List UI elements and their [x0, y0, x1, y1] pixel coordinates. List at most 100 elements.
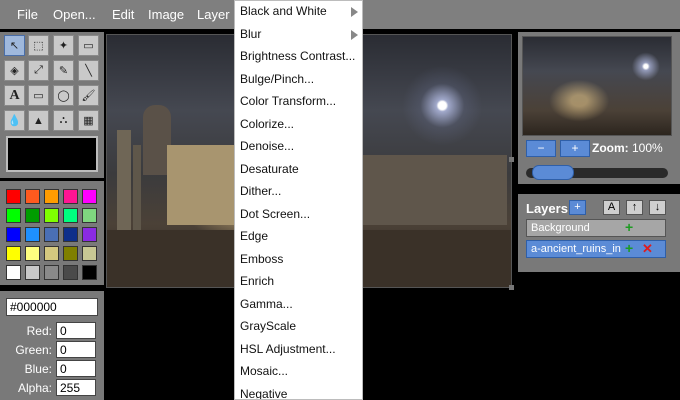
tool-eyedropper[interactable]: ⤢ [28, 60, 49, 81]
color-swatch[interactable] [25, 265, 40, 280]
dropdown-menu-item[interactable]: Mosaic... [240, 364, 288, 378]
line-icon: ╲ [85, 65, 92, 77]
color-swatch[interactable] [6, 189, 21, 204]
dropdown-menu-item[interactable]: Blur [240, 27, 261, 41]
zoom-label: Zoom: [592, 141, 629, 155]
dropdown-menu-item[interactable]: Emboss [240, 252, 283, 266]
menu-open[interactable]: Open... [53, 7, 96, 22]
color-swatch[interactable] [63, 246, 78, 261]
zoom-out-button[interactable]: − [526, 140, 556, 157]
blue-input[interactable]: 0 [56, 360, 96, 377]
tool-text[interactable]: A [4, 85, 25, 106]
tool-pencil[interactable]: ✎ [53, 60, 74, 81]
color-swatch[interactable] [6, 227, 21, 242]
zoom-in-button[interactable]: + [560, 140, 590, 157]
menu-edit[interactable]: Edit [112, 7, 134, 22]
color-swatch[interactable] [6, 208, 21, 223]
dropdown-menu-item[interactable]: Negative [240, 387, 287, 400]
color-swatch[interactable] [44, 265, 59, 280]
tool-ellipse[interactable]: ◯ [53, 85, 74, 106]
tool-sharpen[interactable]: ▲ [28, 110, 49, 131]
color-swatch[interactable] [44, 208, 59, 223]
menu-file[interactable]: File [17, 7, 38, 22]
dropdown-menu-item[interactable]: Desaturate [240, 162, 299, 176]
tool-marquee[interactable]: ⬚ [28, 35, 49, 56]
tool-stamp[interactable]: ⛬ [53, 110, 74, 131]
filter-dropdown-menu: Black and White Blur Brightness Contrast..… [234, 0, 363, 400]
menu-image[interactable]: Image [148, 7, 184, 22]
tool-rectangle[interactable]: ▭ [28, 85, 49, 106]
color-swatch[interactable] [25, 189, 40, 204]
paint-bucket-icon: ◈ [10, 65, 19, 77]
red-input[interactable]: 0 [56, 322, 96, 339]
layer-row-background[interactable]: Background [526, 219, 666, 237]
alpha-label: Alpha: [17, 381, 52, 395]
green-label: Green: [15, 343, 52, 357]
tool-line[interactable]: ╲ [78, 60, 99, 81]
color-swatch[interactable] [63, 189, 78, 204]
sharpen-icon: ▲ [33, 114, 44, 127]
color-swatch[interactable] [44, 246, 59, 261]
color-swatch[interactable] [63, 208, 78, 223]
layer-name: Background [531, 222, 590, 234]
active-color-preview[interactable] [6, 136, 98, 172]
dropdown-menu-item[interactable]: Brightness Contrast... [240, 49, 355, 63]
color-swatch[interactable] [63, 265, 78, 280]
tool-paint-bucket[interactable]: ◈ [4, 60, 25, 81]
dropdown-menu-item[interactable]: Denoise... [240, 139, 294, 153]
color-swatch[interactable] [44, 227, 59, 242]
move-layer-up-button[interactable]: ↑ [626, 200, 643, 215]
rename-layer-button[interactable]: A [603, 200, 620, 215]
dropdown-menu-item[interactable]: Gamma... [240, 297, 293, 311]
menu-layer[interactable]: Layer [197, 7, 230, 22]
color-swatch[interactable] [25, 246, 40, 261]
resize-handle[interactable] [509, 285, 514, 290]
alpha-input[interactable]: 255 [56, 379, 96, 396]
color-swatch[interactable] [82, 227, 97, 242]
color-swatch[interactable] [6, 265, 21, 280]
color-swatch[interactable] [25, 208, 40, 223]
dropdown-menu-item[interactable]: Black and White [240, 4, 327, 18]
tool-gradient[interactable]: ▦ [78, 110, 99, 131]
eyedropper-icon: ⤢ [34, 64, 43, 76]
color-swatch[interactable] [82, 189, 97, 204]
dropdown-menu-item[interactable]: Color Transform... [240, 94, 336, 108]
hex-color-input[interactable]: #000000 [6, 298, 98, 316]
color-swatch[interactable] [25, 227, 40, 242]
dropdown-menu-item[interactable]: Dither... [240, 184, 281, 198]
tool-blur[interactable]: 💧 [4, 110, 25, 131]
zoom-slider-thumb[interactable] [532, 165, 574, 180]
dropdown-menu-item[interactable]: GrayScale [240, 319, 296, 333]
dropdown-menu-item[interactable]: Dot Screen... [240, 207, 310, 221]
color-swatch[interactable] [6, 246, 21, 261]
color-input-panel: #000000 Red: 0 Green: 0 Blue: 0 Alpha: 2… [0, 291, 104, 400]
dropdown-menu-item[interactable]: HSL Adjustment... [240, 342, 336, 356]
pointer-icon: ↖ [9, 40, 20, 52]
arch-ruin [167, 145, 237, 225]
color-swatch[interactable] [82, 208, 97, 223]
color-swatch[interactable] [63, 227, 78, 242]
gradient-icon: ▦ [83, 115, 94, 127]
layers-panel: Layers + A ↑ ↓ Background + a-ancient_ru… [518, 194, 680, 272]
tool-magic-wand[interactable]: ✦ [53, 35, 74, 56]
color-swatch[interactable] [82, 265, 97, 280]
add-plus-icon[interactable]: + [625, 240, 633, 256]
dropdown-menu-item[interactable]: Bulge/Pinch... [240, 72, 314, 86]
tool-pointer[interactable]: ↖ [4, 35, 25, 56]
dropdown-menu-item[interactable]: Enrich [240, 274, 274, 288]
color-swatch[interactable] [44, 189, 59, 204]
resize-handle[interactable] [509, 157, 514, 162]
toolbox: ↖ ⬚ ✦ ▭ ◈ ⤢ ✎ ╲ A ▭ ◯ 🖌 💧 ▲ ⛬ ▦ [0, 32, 104, 178]
delete-layer-icon[interactable]: ✕ [642, 241, 653, 257]
add-plus-icon[interactable]: + [625, 219, 633, 235]
tool-eraser[interactable]: ▭ [78, 35, 99, 56]
color-swatch[interactable] [82, 246, 97, 261]
navigator-thumbnail[interactable] [522, 36, 672, 136]
add-layer-button[interactable]: + [569, 200, 586, 215]
green-input[interactable]: 0 [56, 341, 96, 358]
ruins-field [357, 155, 507, 225]
dropdown-menu-item[interactable]: Edge [240, 229, 268, 243]
move-layer-down-button[interactable]: ↓ [649, 200, 666, 215]
dropdown-menu-item[interactable]: Colorize... [240, 117, 294, 131]
tool-brush[interactable]: 🖌 [78, 85, 99, 106]
